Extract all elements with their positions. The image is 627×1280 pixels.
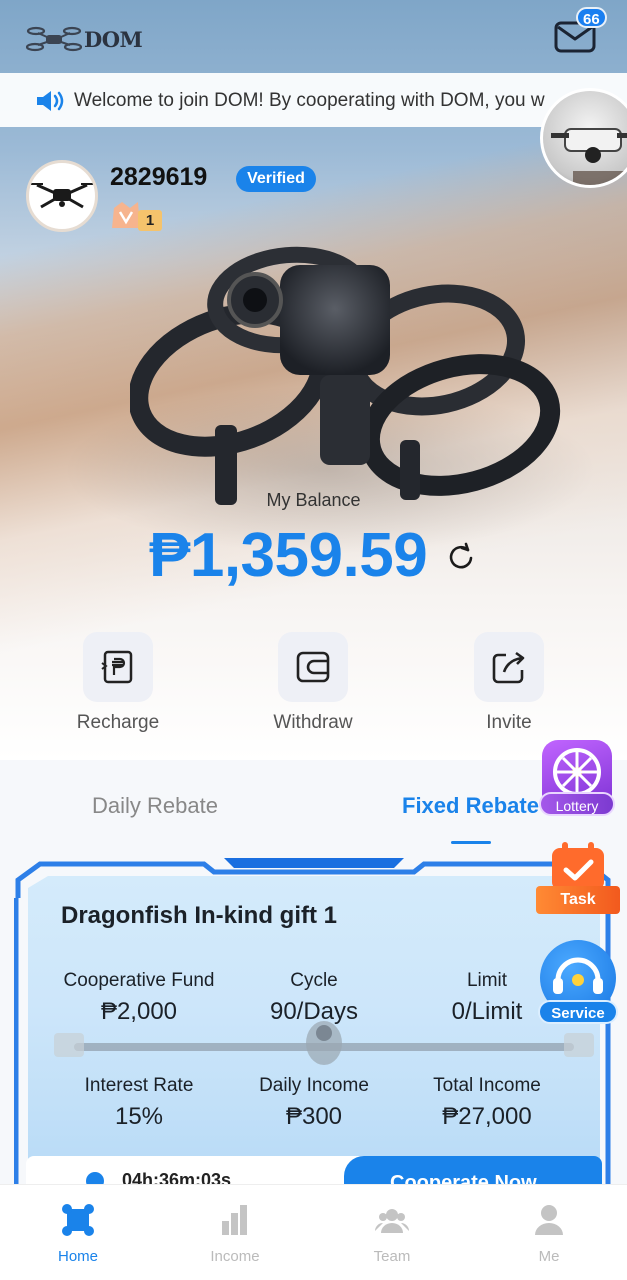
active-tab-indicator <box>451 841 491 844</box>
invite-label: Invite <box>486 712 532 733</box>
invite-button[interactable]: Invite <box>449 632 569 742</box>
nav-team[interactable]: Team <box>332 1203 452 1265</box>
nav-me-label: Me <box>538 1248 560 1265</box>
nav-income-label: Income <box>210 1248 260 1265</box>
task-widget[interactable]: Task <box>532 840 620 920</box>
service-widget[interactable]: Service <box>538 940 618 1026</box>
balance-amount: ₱1,359.59 <box>149 521 428 590</box>
logo-text: DOM <box>84 26 143 52</box>
nav-income[interactable]: Income <box>175 1203 295 1265</box>
notice-bar[interactable]: Welcome to join DOM! By cooperating with… <box>0 73 627 127</box>
stat-value: 15% <box>114 1103 164 1130</box>
notice-text: Welcome to join DOM! By cooperating with… <box>74 90 545 111</box>
card-title: Dragonfish In-kind gift 1 <box>61 902 337 929</box>
nav-me[interactable]: Me <box>489 1203 609 1265</box>
stat-value: ₱27,000 <box>442 1103 532 1130</box>
stat-key: Cycle <box>290 970 338 991</box>
drone-avatar-icon <box>31 183 93 209</box>
recharge-label: Recharge <box>76 712 160 733</box>
avatar[interactable] <box>26 160 98 232</box>
invite-tile <box>474 632 544 702</box>
recharge-tile <box>83 632 153 702</box>
nav-team-label: Team <box>373 1248 411 1265</box>
balance-label: My Balance <box>266 490 361 510</box>
task-label: Task <box>536 886 620 914</box>
user-id: 2829619 <box>110 163 208 191</box>
wallet-icon <box>296 651 330 683</box>
home-icon <box>62 1204 94 1236</box>
app-header: DOM 66 <box>0 0 627 72</box>
bottom-nav: Home Income Team Me <box>0 1184 627 1280</box>
withdraw-button[interactable]: Withdraw <box>253 632 373 742</box>
share-icon <box>492 651 525 684</box>
nav-home-label: Home <box>57 1248 98 1265</box>
service-label: Service <box>538 1000 618 1024</box>
stat-total-income: Total Income ₱27,000 <box>402 1075 572 1131</box>
stat-key: Daily Income <box>259 1075 369 1096</box>
bar-chart-icon <box>222 1205 247 1235</box>
stat-interest-rate: Interest Rate 15% <box>54 1075 224 1131</box>
product-card[interactable]: Dragonfish In-kind gift 1 Cooperative Fu… <box>14 858 612 1198</box>
stat-value: ₱300 <box>285 1103 343 1130</box>
stat-key: Cooperative Fund <box>63 970 215 991</box>
lottery-widget[interactable]: Lottery <box>539 740 615 822</box>
refresh-icon[interactable] <box>446 542 476 572</box>
team-icon <box>375 1209 409 1233</box>
nav-home[interactable]: Home <box>18 1203 138 1265</box>
stat-cooperative-fund: Cooperative Fund ₱2,000 <box>54 970 224 1026</box>
drone-logo-icon <box>26 26 82 52</box>
app-logo: DOM <box>26 22 143 56</box>
speaker-icon <box>37 91 64 111</box>
mail-count-badge: 66 <box>576 7 607 28</box>
withdraw-tile <box>278 632 348 702</box>
tab-daily-rebate[interactable]: Daily Rebate <box>92 793 218 819</box>
stat-daily-income: Daily Income ₱300 <box>229 1075 399 1131</box>
stat-value: 90/Days <box>269 998 359 1025</box>
calendar-check-icon <box>552 842 604 890</box>
verified-badge: Verified <box>236 166 316 192</box>
withdraw-label: Withdraw <box>273 712 353 733</box>
stat-value: ₱2,000 <box>100 998 178 1025</box>
stat-key: Total Income <box>433 1075 541 1096</box>
drone-thumbnail-icon <box>551 128 627 185</box>
user-icon <box>535 1205 563 1235</box>
stat-cycle: Cycle 90/Days <box>229 970 399 1026</box>
tab-fixed-rebate[interactable]: Fixed Rebate <box>402 793 539 819</box>
recharge-icon <box>101 650 133 684</box>
lottery-label: Lottery <box>539 792 615 816</box>
recharge-button[interactable]: Recharge <box>58 632 178 742</box>
stat-key: Interest Rate <box>84 1075 194 1096</box>
